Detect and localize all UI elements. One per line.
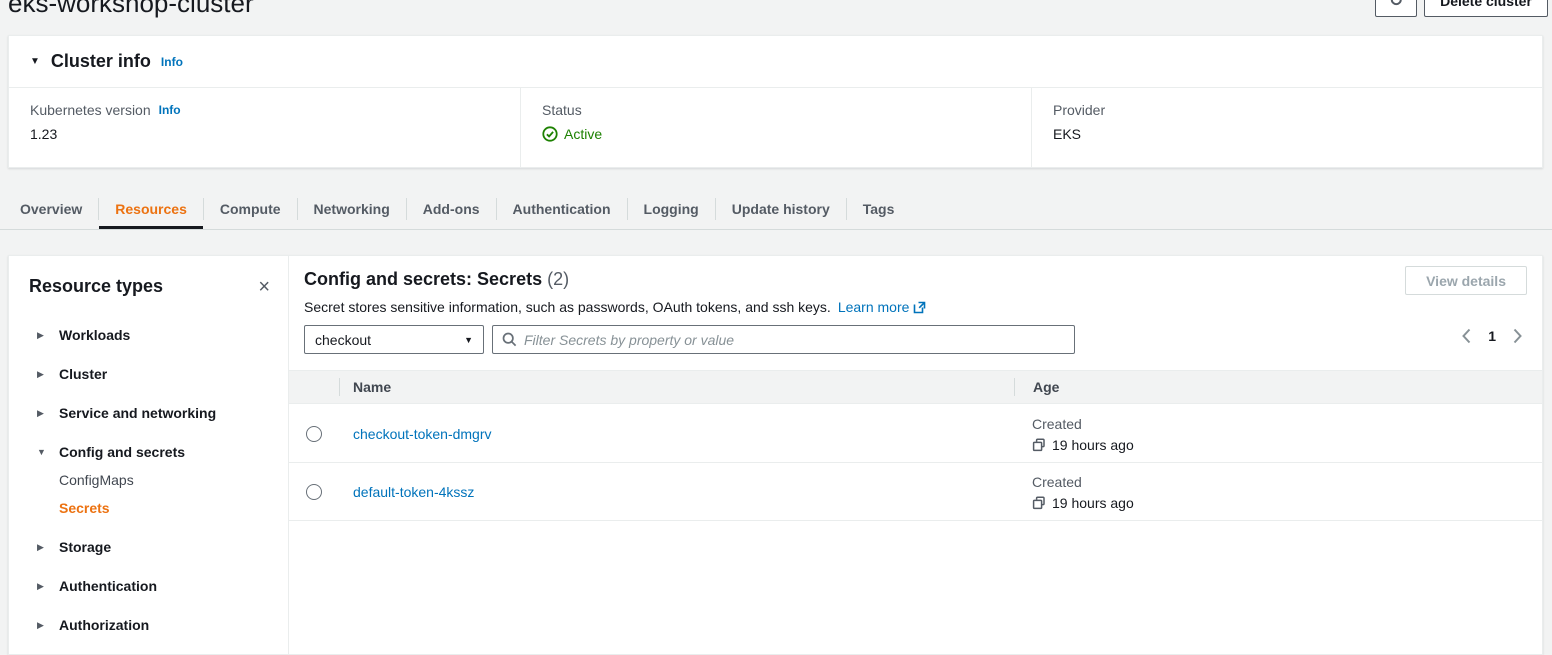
- collapse-arrow-icon: ▼: [37, 444, 47, 461]
- sidebar-item-service-and-networking[interactable]: ▶ Service and networking: [37, 405, 270, 422]
- secrets-search-box[interactable]: [492, 325, 1075, 354]
- status-label: Status: [542, 102, 582, 118]
- filter-category-value: checkout: [315, 332, 371, 348]
- filter-category-dropdown[interactable]: checkout ▼: [304, 325, 484, 354]
- row-radio-button[interactable]: [306, 484, 322, 500]
- copy-icon[interactable]: [1032, 496, 1046, 510]
- cluster-info-header[interactable]: ▼ Cluster info Info: [9, 36, 1542, 88]
- tab-networking[interactable]: Networking: [298, 188, 406, 229]
- cluster-tabs: Overview Resources Compute Networking Ad…: [0, 188, 1552, 230]
- sidebar-item-storage[interactable]: ▶ Storage: [37, 539, 270, 556]
- resource-types-sidebar: Resource types × ▶ Workloads ▶ Cluster ▶…: [9, 256, 289, 654]
- external-link-icon: [913, 301, 926, 314]
- sidebar-item-authentication[interactable]: ▶ Authentication: [37, 578, 270, 595]
- tab-update-history[interactable]: Update history: [716, 188, 846, 229]
- close-icon[interactable]: ×: [258, 280, 270, 294]
- kubernetes-version-label: Kubernetes version: [30, 102, 151, 118]
- learn-more-link[interactable]: Learn more: [838, 299, 927, 315]
- age-created-label: Created: [1032, 416, 1542, 432]
- expand-arrow-icon: ▶: [37, 617, 47, 634]
- kubernetes-version-field: Kubernetes version Info 1.23: [9, 88, 520, 168]
- age-value: 19 hours ago: [1052, 495, 1134, 511]
- kubernetes-version-value: 1.23: [30, 126, 520, 142]
- pagination: 1: [1462, 328, 1522, 344]
- kubernetes-version-info-link[interactable]: Info: [159, 103, 181, 117]
- tab-tags[interactable]: Tags: [847, 188, 911, 229]
- tab-add-ons[interactable]: Add-ons: [407, 188, 496, 229]
- copy-icon[interactable]: [1032, 438, 1046, 452]
- status-value: Active: [564, 126, 602, 142]
- status-field: Status Active: [520, 88, 1031, 168]
- tab-overview[interactable]: Overview: [4, 188, 98, 229]
- provider-label: Provider: [1053, 102, 1105, 118]
- sidebar-item-workloads[interactable]: ▶ Workloads: [37, 327, 270, 344]
- view-details-button[interactable]: View details: [1405, 266, 1527, 295]
- secrets-heading: Config and secrets: Secrets(2): [304, 269, 569, 290]
- secret-name-link[interactable]: checkout-token-dmgrv: [353, 426, 492, 442]
- sidebar-item-secrets[interactable]: Secrets: [59, 500, 270, 517]
- sidebar-item-authorization[interactable]: ▶ Authorization: [37, 617, 270, 634]
- tab-resources[interactable]: Resources: [99, 188, 203, 229]
- secret-name-link[interactable]: default-token-4kssz: [353, 484, 474, 500]
- sidebar-item-configmaps[interactable]: ConfigMaps: [59, 472, 270, 489]
- refresh-button[interactable]: ↻: [1375, 0, 1417, 17]
- cluster-info-title: Cluster info: [51, 51, 151, 72]
- delete-cluster-button[interactable]: Delete cluster: [1424, 0, 1548, 17]
- secrets-description: Secret stores sensitive information, suc…: [304, 299, 831, 315]
- expand-arrow-icon: ▶: [37, 327, 47, 344]
- provider-field: Provider EKS: [1031, 88, 1542, 168]
- previous-page-icon[interactable]: [1462, 328, 1471, 344]
- secrets-pane: Config and secrets: Secrets(2) View deta…: [289, 256, 1542, 654]
- expand-arrow-icon: ▶: [37, 539, 47, 556]
- page-title: eks-workshop-cluster: [8, 0, 254, 19]
- sidebar-item-config-and-secrets[interactable]: ▼ Config and secrets: [37, 444, 270, 461]
- expand-arrow-icon: ▶: [37, 578, 47, 595]
- age-value: 19 hours ago: [1052, 437, 1134, 453]
- chevron-down-icon: ▼: [464, 335, 473, 345]
- row-radio-button[interactable]: [306, 426, 322, 442]
- secrets-count: (2): [547, 269, 569, 289]
- secrets-table-header: Name Age: [289, 370, 1542, 404]
- collapse-icon: ▼: [30, 56, 40, 67]
- table-row: default-token-4kssz Created 19 hours ago: [289, 463, 1542, 521]
- cluster-info-card: ▼ Cluster info Info Kubernetes version I…: [8, 35, 1543, 168]
- provider-value: EKS: [1053, 126, 1542, 142]
- table-row: checkout-token-dmgrv Created 19 hours ag…: [289, 405, 1542, 463]
- column-header-name: Name: [340, 379, 1014, 395]
- tab-compute[interactable]: Compute: [204, 188, 297, 229]
- sidebar-item-cluster[interactable]: ▶ Cluster: [37, 366, 270, 383]
- refresh-icon: ↻: [1389, 0, 1403, 11]
- page-number[interactable]: 1: [1488, 328, 1496, 344]
- search-input[interactable]: [524, 332, 1065, 348]
- column-header-age: Age: [1015, 379, 1542, 395]
- tab-logging[interactable]: Logging: [628, 188, 715, 229]
- age-created-label: Created: [1032, 474, 1542, 490]
- next-page-icon[interactable]: [1513, 328, 1522, 344]
- expand-arrow-icon: ▶: [37, 366, 47, 383]
- tab-authentication[interactable]: Authentication: [497, 188, 627, 229]
- cluster-info-info-link[interactable]: Info: [161, 55, 183, 69]
- resource-types-title: Resource types: [29, 276, 163, 297]
- status-active-icon: [542, 126, 558, 142]
- resources-panel: Resource types × ▶ Workloads ▶ Cluster ▶…: [8, 255, 1543, 655]
- search-icon: [502, 332, 517, 347]
- expand-arrow-icon: ▶: [37, 405, 47, 422]
